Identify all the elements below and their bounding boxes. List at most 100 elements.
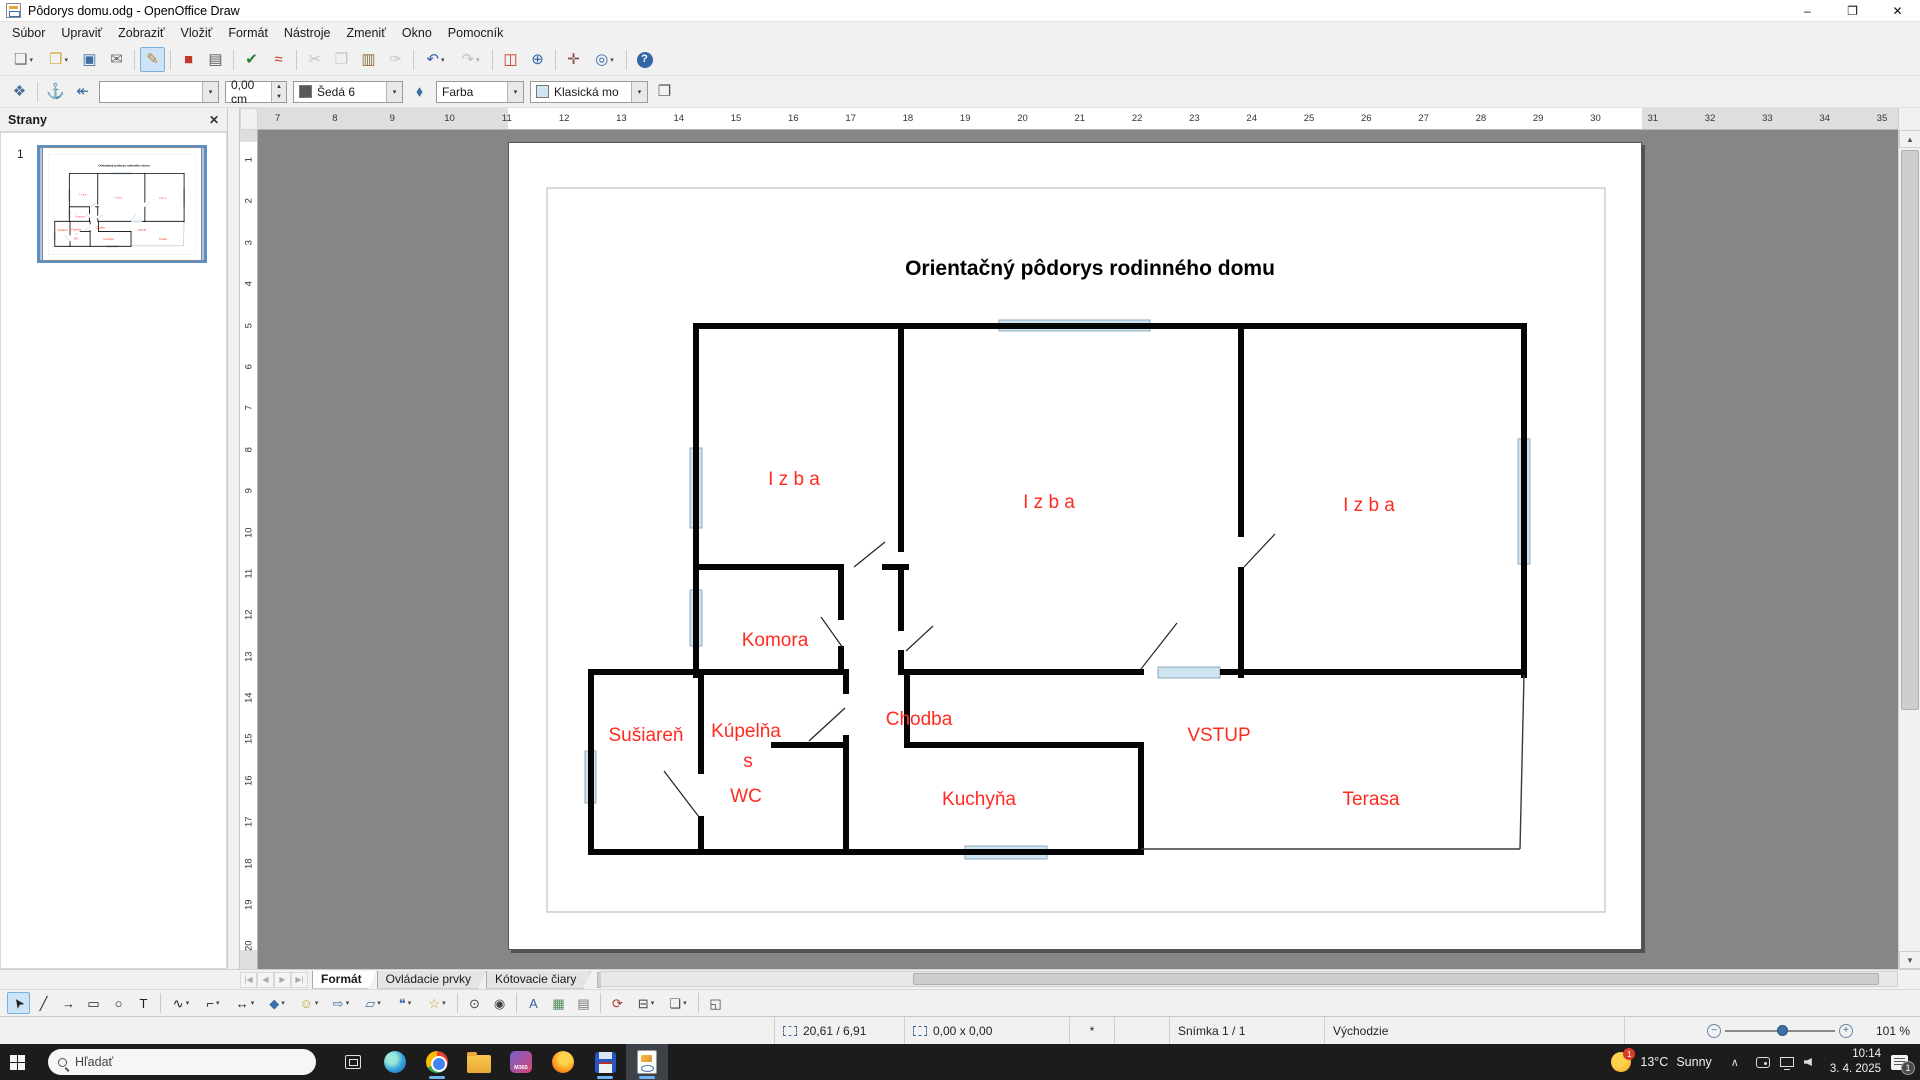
taskbar-openoffice-draw[interactable] xyxy=(626,1044,668,1080)
callouts-icon[interactable]: ❝ ▾ xyxy=(390,992,420,1014)
area-style-icon[interactable]: ⬧ xyxy=(407,79,432,104)
area-style-combo[interactable]: Farba ▾ xyxy=(436,80,524,103)
connector-icon[interactable]: ⌐ ▾ xyxy=(198,992,228,1014)
tab-nav-button[interactable]: ▶| xyxy=(291,971,308,988)
print-icon[interactable]: ▤▾ xyxy=(203,47,228,72)
lines-arrows-icon[interactable]: ↔ ▾ xyxy=(230,992,260,1014)
new-document-icon[interactable]: ❑ ▾ xyxy=(7,47,40,72)
auto-spellcheck-icon[interactable]: ≈▾ xyxy=(266,47,291,72)
scroll-up-icon[interactable]: ▲ xyxy=(1899,130,1920,148)
zoom-icon[interactable]: ◎ ▾ xyxy=(588,47,621,72)
flowchart-icon[interactable]: ▱ ▾ xyxy=(358,992,388,1014)
page-thumbnail[interactable] xyxy=(37,145,207,263)
zoom-in-icon[interactable]: + xyxy=(1839,1023,1853,1038)
minimize-button[interactable]: – xyxy=(1785,0,1830,21)
glue-points-icon[interactable]: ◉▾ xyxy=(488,992,511,1014)
menu-item[interactable]: Formát xyxy=(220,24,276,42)
tab-nav-button[interactable]: ◀ xyxy=(257,971,274,988)
taskbar-edge[interactable] xyxy=(374,1044,416,1080)
menu-item[interactable]: Upraviť xyxy=(53,24,110,42)
fontwork-icon[interactable]: A▾ xyxy=(522,992,545,1014)
taskbar-file-explorer[interactable] xyxy=(458,1044,500,1080)
copy-icon[interactable]: ❐▾ xyxy=(329,47,354,72)
select-icon[interactable]: ➤▾ xyxy=(7,992,30,1014)
curve-icon[interactable]: ∿ ▾ xyxy=(166,992,196,1014)
document-page[interactable]: Orientačný pôdorys rodinného domu I z b … xyxy=(508,142,1642,950)
zoom-slider[interactable] xyxy=(1725,1024,1835,1036)
menu-item[interactable]: Vložiť xyxy=(173,24,221,42)
menu-item[interactable]: Okno xyxy=(394,24,440,42)
gallery-icon[interactable]: ▤▾ xyxy=(572,992,595,1014)
menu-item[interactable]: Nástroje xyxy=(276,24,339,42)
cast-icon[interactable] xyxy=(1755,1056,1770,1068)
help-icon[interactable]: ?▾ xyxy=(632,47,657,72)
menu-item[interactable]: Zmeniť xyxy=(338,24,393,42)
menu-item[interactable]: Zobraziť xyxy=(110,24,172,42)
ellipse-icon[interactable]: ○▾ xyxy=(107,992,130,1014)
cut-icon[interactable]: ✂▾ xyxy=(302,47,327,72)
line-width-spinner[interactable]: 0,00 cm ▲ ▼ xyxy=(225,78,287,106)
extrusion-icon[interactable]: ◱▾ xyxy=(704,992,727,1014)
volume-icon[interactable] xyxy=(1803,1058,1812,1066)
drawing-canvas[interactable]: Orientačný pôdorys rodinného domu I z b … xyxy=(258,130,1898,969)
taskbar-clock[interactable]: 10:14 3. 4. 2025 xyxy=(1820,1047,1891,1077)
undo-icon[interactable]: ↶ ▾ xyxy=(419,47,452,72)
hyperlink-icon[interactable]: ⊕▾ xyxy=(525,47,550,72)
horizontal-scroll-thumb[interactable] xyxy=(913,973,1879,985)
block-arrows-icon[interactable]: ⇨ ▾ xyxy=(326,992,356,1014)
rectangle-icon[interactable]: ▭▾ xyxy=(82,992,105,1014)
start-button[interactable] xyxy=(0,1044,34,1080)
paste-icon[interactable]: ▥▾ xyxy=(356,47,381,72)
task-view-button[interactable] xyxy=(332,1044,374,1080)
panel-splitter[interactable] xyxy=(228,108,240,969)
edit-points-icon[interactable]: ❖▾ xyxy=(7,79,32,104)
alignment-icon[interactable]: ⊟ ▾ xyxy=(631,992,661,1014)
zoom-slider-thumb[interactable] xyxy=(1777,1024,1788,1036)
arrange-icon[interactable]: ❏ ▾ xyxy=(663,992,693,1014)
close-button[interactable]: ✕ xyxy=(1875,0,1920,21)
chart-icon[interactable]: ◫▾ xyxy=(498,47,523,72)
network-icon[interactable] xyxy=(1779,1057,1794,1070)
taskbar-search-input[interactable]: Hľadať xyxy=(48,1049,316,1075)
email-icon[interactable]: ✉▾ xyxy=(104,47,129,72)
taskbar-backup-app[interactable] xyxy=(584,1044,626,1080)
vertical-scrollbar[interactable]: ▲ ▼ xyxy=(1898,108,1920,969)
vertical-scroll-thumb[interactable] xyxy=(1901,150,1919,710)
from-file-icon[interactable]: ▦▾ xyxy=(547,992,570,1014)
line-style-combo[interactable]: ▾ xyxy=(99,80,219,103)
scroll-down-icon[interactable]: ▼ xyxy=(1899,951,1920,969)
rotate-icon[interactable]: ⟳▾ xyxy=(606,992,629,1014)
taskbar-firefox[interactable] xyxy=(542,1044,584,1080)
fill-color-combo[interactable]: Klasická mo ▾ xyxy=(530,80,648,103)
shadow-icon[interactable]: ❒▾ xyxy=(652,79,677,104)
anchor-icon[interactable]: ⚓▾ xyxy=(43,79,68,104)
text-icon[interactable]: T▾ xyxy=(132,992,155,1014)
open-icon[interactable]: ❒ ▾ xyxy=(42,47,75,72)
export-pdf-icon[interactable]: ■▾ xyxy=(176,47,201,72)
basic-shapes-icon[interactable]: ◆ ▾ xyxy=(262,992,292,1014)
symbol-shapes-icon[interactable]: ☺ ▾ xyxy=(294,992,324,1014)
menu-item[interactable]: Súbor xyxy=(4,24,53,42)
weather-widget[interactable]: 1 13°C Sunny xyxy=(1601,1044,1721,1080)
maximize-button[interactable]: ❐ xyxy=(1830,0,1875,21)
edit-mode-icon[interactable]: ✎▾ xyxy=(140,47,165,72)
zoom-percentage[interactable]: 101 % xyxy=(1865,1024,1920,1038)
line-icon[interactable]: ╱▾ xyxy=(32,992,55,1014)
line-color-combo[interactable]: Šedá 6 ▾ xyxy=(293,80,403,103)
panel-close-icon[interactable]: ✕ xyxy=(209,113,219,127)
horizontal-ruler[interactable]: 7 8 9 10 11 12 13 14 15 16 17 18 19 20 21 22 23 24 25 26 27 2… xyxy=(258,108,1898,130)
taskbar-chrome[interactable] xyxy=(416,1044,458,1080)
stars-icon[interactable]: ☆ ▾ xyxy=(422,992,452,1014)
tab-nav-button[interactable]: ▶ xyxy=(274,971,291,988)
menu-item[interactable]: Pomocník xyxy=(440,24,512,42)
vertical-ruler[interactable]: 1 2 3 4 5 6 7 8 9 10 11 12 13 14 15 16 17 18 19 20 xyxy=(240,130,258,969)
spellcheck-icon[interactable]: ✔▾ xyxy=(239,47,264,72)
save-icon[interactable]: ▣▾ xyxy=(77,47,102,72)
horizontal-scrollbar[interactable] xyxy=(600,971,1898,987)
navigator-icon[interactable]: ✛▾ xyxy=(561,47,586,72)
notification-icon[interactable]: 1 xyxy=(1891,1054,1915,1075)
arrow-style-icon[interactable]: ↞▾ xyxy=(70,79,95,104)
page-style[interactable]: Východzie xyxy=(1325,1017,1625,1044)
tray-expand-icon[interactable]: ∧ xyxy=(1722,1056,1748,1069)
zoom-out-icon[interactable]: − xyxy=(1707,1023,1721,1038)
